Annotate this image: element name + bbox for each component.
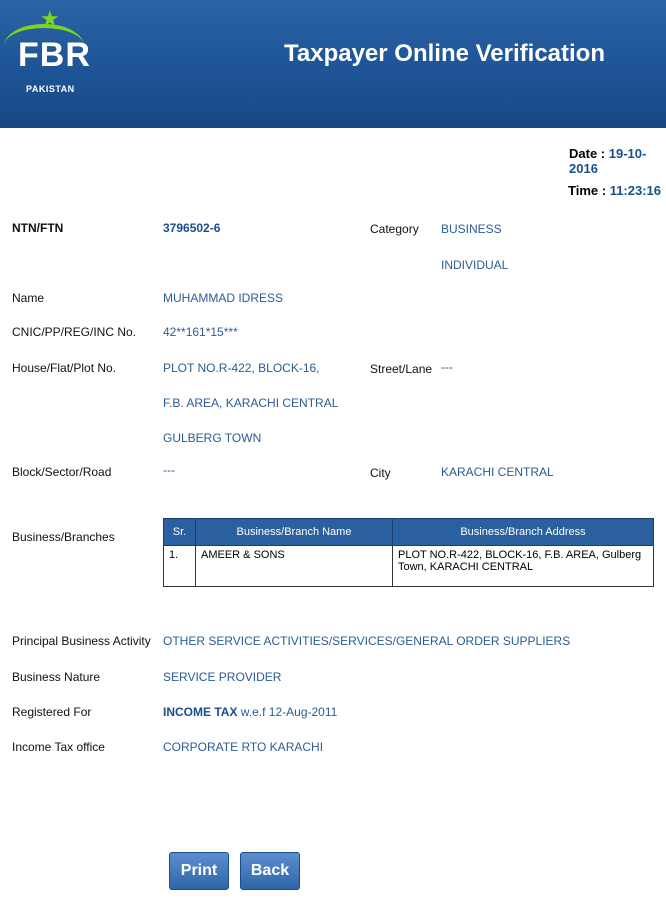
activity-value: OTHER SERVICE ACTIVITIES/SERVICES/GENERA…	[163, 634, 571, 648]
print-button[interactable]: Print	[169, 852, 229, 890]
house-value-2: F.B. AREA, KARACHI CENTRAL	[163, 396, 339, 410]
block-value: ---	[163, 463, 175, 477]
table-row: 1. AMEER & SONS PLOT NO.R-422, BLOCK-16,…	[163, 545, 654, 587]
city-value: KARACHI CENTRAL	[441, 465, 554, 479]
office-label: Income Tax office	[12, 740, 105, 754]
time-value: 11:23:16	[609, 183, 662, 198]
name-value: MUHAMMAD IDRESS	[163, 291, 284, 305]
table-header-row: Sr. Business/Branch Name Business/Branch…	[163, 518, 654, 546]
block-label: Block/Sector/Road	[12, 465, 112, 479]
page-title: Taxpayer Online Verification	[284, 40, 605, 67]
house-label: House/Flat/Plot No.	[12, 361, 117, 375]
registered-label: Registered For	[12, 705, 92, 719]
registered-effective-date: w.e.f 12-Aug-2011	[237, 705, 338, 719]
fbr-logo: ★ FBR PAKISTAN	[4, 6, 96, 96]
category-label: Category	[370, 222, 419, 236]
office-value: CORPORATE RTO KARACHI	[163, 740, 324, 754]
time-display: Time : 11:23:16	[568, 183, 661, 198]
cell-name: AMEER & SONS	[195, 545, 393, 587]
ntn-value: 3796502-6	[163, 221, 221, 235]
activity-label: Principal Business Activity	[12, 634, 151, 648]
city-label: City	[370, 466, 391, 480]
col-header-address: Business/Branch Address	[392, 518, 654, 546]
ntn-label: NTN/FTN	[12, 221, 64, 235]
page-header: ★ FBR PAKISTAN Taxpayer Online Verificat…	[0, 0, 666, 128]
house-value-3: GULBERG TOWN	[163, 431, 262, 445]
cnic-value: 42**161*15***	[163, 325, 238, 339]
logo-subtext: PAKISTAN	[26, 84, 75, 94]
category-value-1: BUSINESS	[441, 222, 502, 236]
registered-tax-type: INCOME TAX	[163, 705, 238, 719]
nature-value: SERVICE PROVIDER	[163, 670, 282, 684]
logo-text: FBR	[18, 36, 91, 74]
house-value-1: PLOT NO.R-422, BLOCK-16,	[163, 361, 320, 375]
col-header-name: Business/Branch Name	[195, 518, 393, 546]
cell-sr: 1.	[163, 545, 196, 587]
registered-value: INCOME TAX w.e.f 12-Aug-2011	[163, 705, 337, 719]
nature-label: Business Nature	[12, 670, 101, 684]
cnic-label: CNIC/PP/REG/INC No.	[12, 325, 137, 339]
street-value: ---	[441, 360, 453, 374]
time-label: Time :	[568, 183, 607, 198]
date-display: Date : 19-10-2016	[569, 146, 666, 176]
street-label: Street/Lane	[370, 362, 433, 376]
cell-address: PLOT NO.R-422, BLOCK-16, F.B. AREA, Gulb…	[392, 545, 654, 587]
col-header-sr: Sr.	[163, 518, 196, 546]
back-button[interactable]: Back	[240, 852, 300, 890]
branches-table: Sr. Business/Branch Name Business/Branch…	[163, 518, 654, 587]
date-label: Date :	[569, 146, 606, 161]
name-label: Name	[12, 291, 45, 305]
category-value-2: INDIVIDUAL	[441, 258, 509, 272]
branches-label: Business/Branches	[12, 530, 115, 544]
